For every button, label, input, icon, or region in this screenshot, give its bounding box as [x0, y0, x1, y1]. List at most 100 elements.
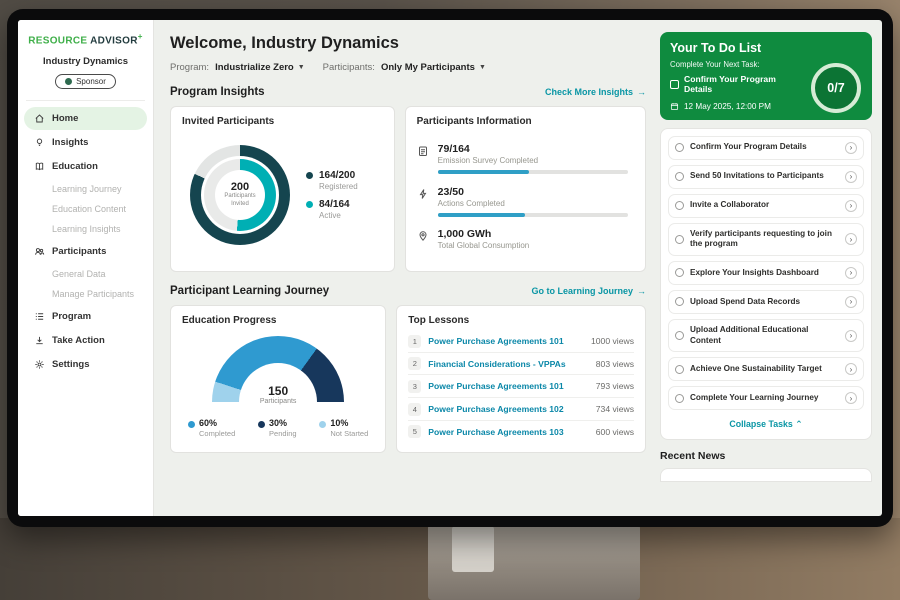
registered-dot-icon: [306, 172, 313, 179]
lesson-row[interactable]: 3 Power Purchase Agreements 101 793 view…: [408, 376, 634, 398]
sidebar-item-take-action[interactable]: Take Action: [24, 329, 147, 352]
sidebar-item-program[interactable]: Program: [24, 305, 147, 328]
task-label: Explore Your Insights Dashboard: [690, 268, 839, 279]
emission-survey-progressbar: [438, 170, 628, 174]
sidebar-item-participants[interactable]: Participants: [24, 240, 147, 263]
task-checkbox[interactable]: [675, 394, 684, 403]
check-more-insights-text: Check More Insights: [545, 87, 633, 97]
chevron-right-icon[interactable]: ›: [845, 363, 857, 375]
sidebar-item-education-content[interactable]: Education Content: [18, 199, 153, 219]
donut-center-label: Participants Invited: [220, 193, 260, 208]
registered-value: 164/200: [319, 170, 358, 181]
collapse-tasks-text: Collapse Tasks: [729, 419, 792, 429]
chevron-right-icon[interactable]: ›: [845, 392, 857, 404]
go-to-learning-journey-text: Go to Learning Journey: [531, 286, 633, 296]
sidebar-item-insights[interactable]: Insights: [24, 131, 147, 154]
learning-journey-title: Participant Learning Journey: [170, 285, 329, 297]
lessons-list: 1 Power Purchase Agreements 101 1000 vie…: [408, 330, 634, 443]
actions-completed-value: 23/50: [438, 186, 634, 198]
lesson-link[interactable]: Financial Considerations - VPPAs: [428, 359, 589, 369]
sidebar-divider: [26, 100, 145, 101]
todo-panel: Your To Do List Complete Your Next Task:…: [658, 20, 882, 516]
lesson-rank: 3: [408, 380, 421, 393]
chevron-right-icon[interactable]: ›: [845, 296, 857, 308]
task-row-send-invitations[interactable]: Send 50 Invitations to Participants ›: [668, 165, 864, 189]
sidebar-item-general-data[interactable]: General Data: [18, 264, 153, 284]
lesson-row[interactable]: 2 Financial Considerations - VPPAs 803 v…: [408, 353, 634, 375]
task-checkbox[interactable]: [675, 365, 684, 374]
sidebar-nav: Home Insights Education Learning Journey…: [18, 107, 153, 376]
task-checkbox[interactable]: [675, 297, 684, 306]
task-checkbox[interactable]: [675, 143, 684, 152]
lesson-row[interactable]: 1 Power Purchase Agreements 101 1000 vie…: [408, 331, 634, 353]
chevron-up-icon: ⌃: [795, 419, 802, 429]
task-row-complete-learning-journey[interactable]: Complete Your Learning Journey ›: [668, 386, 864, 410]
sidebar-item-learning-insights[interactable]: Learning Insights: [18, 219, 153, 239]
global-consumption-label: Total Global Consumption: [438, 241, 634, 250]
go-to-learning-journey-link[interactable]: Go to Learning Journey →: [531, 286, 646, 296]
sidebar-item-settings[interactable]: Settings: [24, 353, 147, 376]
lesson-link[interactable]: Power Purchase Agreements 101: [428, 336, 584, 346]
gauge-center: 150 Participants: [212, 384, 344, 405]
chevron-right-icon[interactable]: ›: [845, 142, 857, 154]
lesson-link[interactable]: Power Purchase Agreements 101: [428, 381, 589, 391]
sidebar-item-label: Participants: [52, 246, 106, 257]
task-row-explore-insights[interactable]: Explore Your Insights Dashboard ›: [668, 261, 864, 285]
legend-item-pending: 30% Pending: [258, 418, 297, 438]
survey-clipboard-icon: [417, 145, 429, 157]
invited-donut-chart: 200 Participants Invited: [190, 145, 290, 245]
lesson-row[interactable]: 4 Power Purchase Agreements 102 734 view…: [408, 399, 634, 421]
org-name: Industry Dynamics: [18, 56, 153, 67]
dashboard-screen: RESOURCE ADVISOR+ Industry Dynamics Spon…: [18, 20, 882, 516]
task-row-upload-educational-content[interactable]: Upload Additional Educational Content ›: [668, 319, 864, 352]
participants-information-card: Participants Information 79/164 Emission…: [405, 106, 646, 272]
check-more-insights-link[interactable]: Check More Insights →: [545, 87, 646, 97]
chevron-right-icon[interactable]: ›: [845, 330, 857, 342]
emission-survey-progress-fill: [438, 170, 529, 174]
task-row-upload-spend-data[interactable]: Upload Spend Data Records ›: [668, 290, 864, 314]
legend-item-registered: 164/200 Registered: [306, 170, 358, 191]
task-row-achieve-sustainability-target[interactable]: Achieve One Sustainability Target ›: [668, 357, 864, 381]
task-checkbox[interactable]: [675, 268, 684, 277]
task-checkbox[interactable]: [675, 235, 684, 244]
collapse-tasks-link[interactable]: Collapse Tasks ⌃: [668, 415, 864, 432]
participants-select[interactable]: Only My Participants ▼: [381, 62, 486, 73]
sidebar-item-manage-participants[interactable]: Manage Participants: [18, 284, 153, 304]
next-task-checkbox[interactable]: [670, 80, 679, 89]
lesson-link[interactable]: Power Purchase Agreements 103: [428, 427, 589, 437]
chevron-right-icon[interactable]: ›: [845, 200, 857, 212]
donut-legend: 164/200 Registered 84/164 Active: [306, 162, 358, 228]
lesson-views: 600 views: [596, 427, 634, 437]
todo-progress-ring: 0/7: [811, 63, 861, 113]
gauge-center-value: 150: [212, 384, 344, 398]
task-checkbox[interactable]: [675, 331, 684, 340]
sidebar-sub-label: Learning Insights: [52, 224, 121, 234]
lesson-link[interactable]: Power Purchase Agreements 102: [428, 404, 589, 414]
arrow-right-icon: →: [637, 286, 646, 296]
insights-icon: [34, 137, 45, 148]
logo-advisor: ADVISOR: [90, 35, 138, 46]
active-label: Active: [319, 211, 350, 220]
task-row-invite-collaborator[interactable]: Invite a Collaborator ›: [668, 194, 864, 218]
gauge-legend: 60% Completed 30% Pending 10% Not Starte…: [182, 418, 374, 438]
global-consumption-row: 1,000 GWh Total Global Consumption: [417, 228, 634, 250]
task-row-verify-participants[interactable]: Verify participants requesting to join t…: [668, 223, 864, 256]
chevron-right-icon[interactable]: ›: [845, 267, 857, 279]
task-row-confirm-program[interactable]: Confirm Your Program Details ›: [668, 136, 864, 160]
program-select[interactable]: Industrialize Zero ▼: [215, 62, 305, 73]
chevron-right-icon[interactable]: ›: [845, 171, 857, 183]
completed-label: Completed: [199, 429, 235, 438]
settings-gear-icon: [34, 359, 45, 370]
sidebar-item-learning-journey[interactable]: Learning Journey: [18, 179, 153, 199]
chevron-right-icon[interactable]: ›: [845, 233, 857, 245]
sidebar-item-education[interactable]: Education: [24, 155, 147, 178]
sidebar-item-home[interactable]: Home: [24, 107, 147, 130]
task-checkbox[interactable]: [675, 172, 684, 181]
sponsor-icon: [65, 78, 72, 85]
location-pin-icon: [417, 230, 429, 242]
task-checkbox[interactable]: [675, 201, 684, 210]
lesson-row[interactable]: 5 Power Purchase Agreements 103 600 view…: [408, 421, 634, 442]
completed-dot-icon: [188, 421, 195, 428]
sponsor-badge[interactable]: Sponsor: [55, 74, 116, 89]
filter-bar: Program: Industrialize Zero ▼ Participan…: [170, 62, 646, 73]
